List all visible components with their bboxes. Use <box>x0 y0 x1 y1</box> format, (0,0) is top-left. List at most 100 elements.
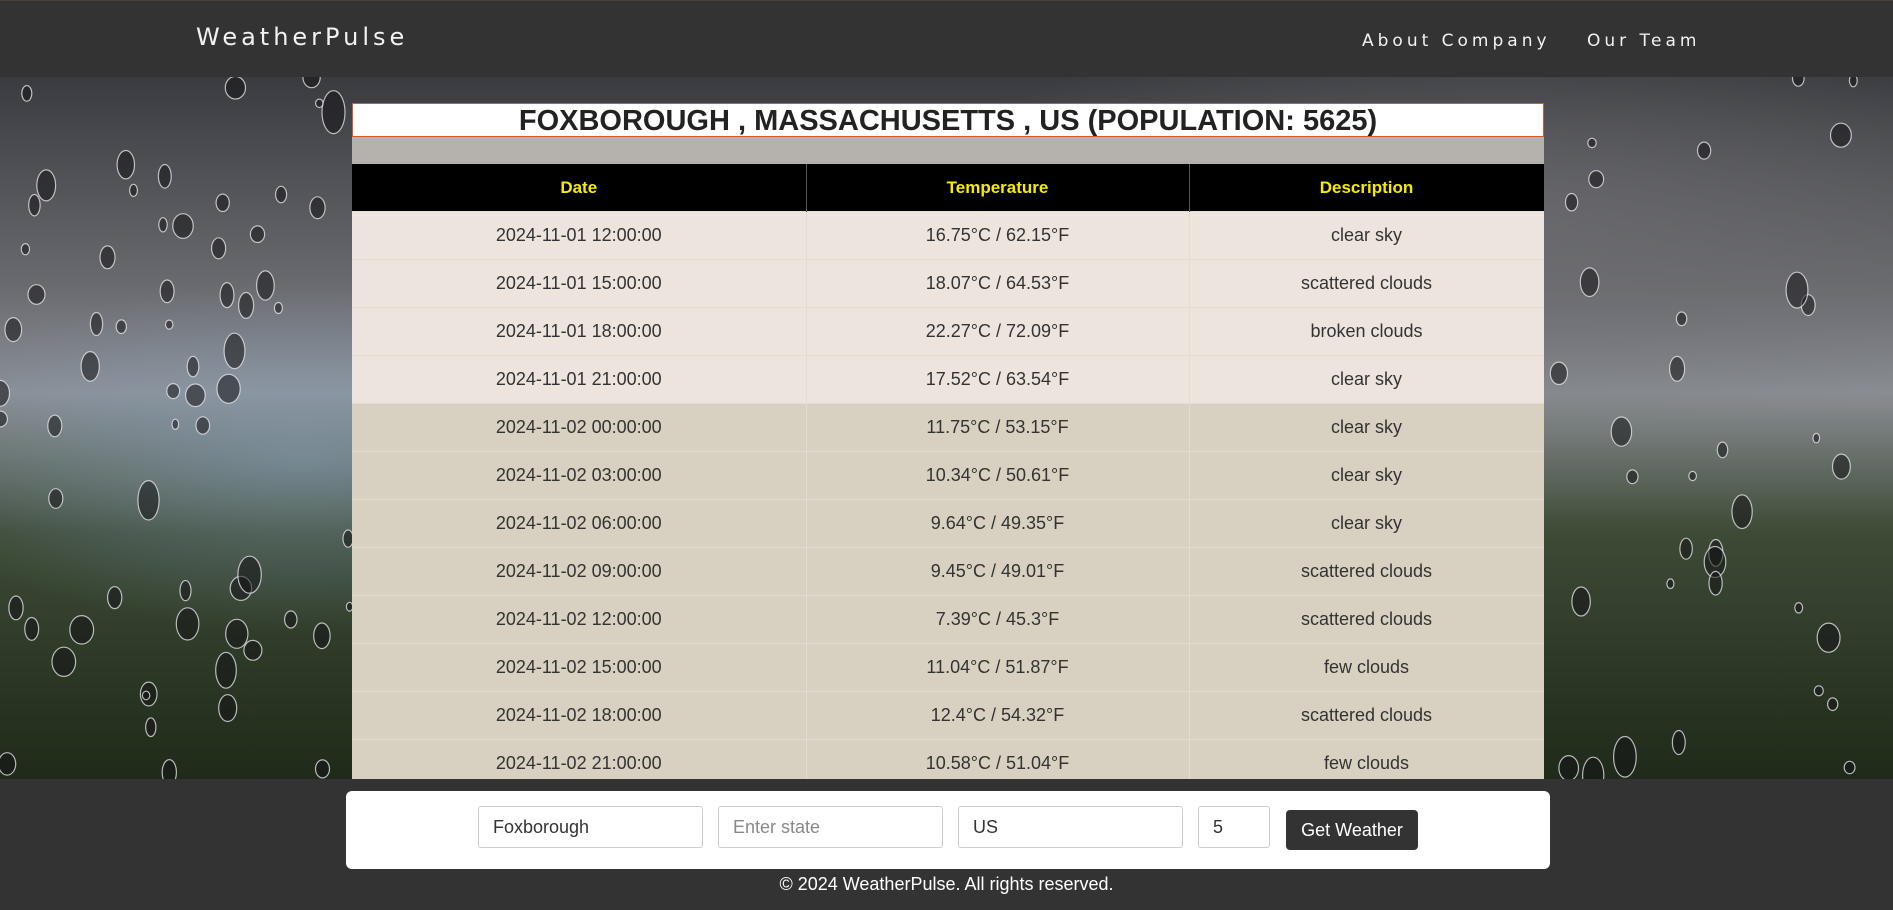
raindrop <box>1688 470 1697 482</box>
raindrop <box>1716 441 1729 459</box>
raindrop <box>27 284 46 305</box>
cell-description: clear sky <box>1189 355 1544 404</box>
table-row: 2024-11-01 18:00:00 22.27°C / 72.09°F brok… <box>352 307 1544 356</box>
raindrop <box>36 169 57 202</box>
get-weather-button[interactable]: Get Weather <box>1286 810 1418 850</box>
raindrop <box>1785 271 1809 309</box>
raindrop <box>211 237 227 260</box>
top-navbar: WeatherPulse About Company Our Team <box>0 0 1893 77</box>
raindrop <box>249 225 266 244</box>
table-header-row: Date Temperature Description <box>352 164 1544 212</box>
raindrop <box>166 383 181 400</box>
nav-about-company[interactable]: About Company <box>1362 31 1551 51</box>
raindrop <box>321 90 346 135</box>
raindrop <box>159 279 175 304</box>
raindrop <box>309 196 326 220</box>
raindrop <box>1626 469 1639 485</box>
country-input[interactable] <box>958 806 1183 848</box>
table-row: 2024-11-02 21:00:00 10.58°C / 51.04°F few … <box>352 739 1544 779</box>
cell-temperature: 12.4°C / 54.32°F <box>806 691 1190 740</box>
cell-description: clear sky <box>1189 499 1544 548</box>
raindrop <box>172 213 194 239</box>
cell-description: scattered clouds <box>1189 595 1544 644</box>
table-row: 2024-11-01 21:00:00 17.52°C / 63.54°F clea… <box>352 355 1544 404</box>
raindrop <box>1610 416 1633 447</box>
raindrop <box>186 355 200 378</box>
raindrop <box>1666 578 1675 590</box>
weather-search-form: Get Weather <box>346 791 1550 869</box>
state-input[interactable] <box>718 806 943 848</box>
cell-date: 2024-11-02 21:00:00 <box>352 739 807 779</box>
raindrop <box>1587 137 1597 149</box>
raindrop <box>1816 622 1841 653</box>
raindrop <box>302 77 321 89</box>
nav-our-team[interactable]: Our Team <box>1587 31 1700 51</box>
raindrop <box>223 332 246 370</box>
raindrop <box>1579 267 1600 298</box>
raindrop <box>137 479 160 521</box>
raindrop <box>1668 355 1686 382</box>
raindrop <box>1612 735 1637 778</box>
raindrop <box>215 651 237 689</box>
raindrop <box>0 410 8 428</box>
cell-description: few clouds <box>1189 643 1544 692</box>
brand-logo[interactable]: WeatherPulse <box>196 23 408 51</box>
cell-date: 2024-11-02 03:00:00 <box>352 451 807 500</box>
days-input[interactable] <box>1198 806 1270 848</box>
cell-date: 2024-11-01 21:00:00 <box>352 355 807 404</box>
raindrop <box>8 595 24 621</box>
raindrop <box>195 416 211 435</box>
cell-temperature: 10.34°C / 50.61°F <box>806 451 1190 500</box>
raindrop <box>219 282 235 309</box>
cell-temperature: 11.04°C / 51.87°F <box>806 643 1190 692</box>
raindrop <box>1791 77 1805 87</box>
raindrop <box>48 488 64 509</box>
table-row: 2024-11-02 18:00:00 12.4°C / 54.32°F scatt… <box>352 691 1544 740</box>
raindrop <box>164 319 174 330</box>
raindrop <box>1843 760 1856 775</box>
raindrop <box>237 555 262 594</box>
cell-description: scattered clouds <box>1189 259 1544 308</box>
raindrop <box>283 610 298 629</box>
raindrop <box>89 311 104 337</box>
cell-temperature: 7.39°C / 45.3°F <box>806 595 1190 644</box>
table-row: 2024-11-01 12:00:00 16.75°C / 62.15°F clea… <box>352 211 1544 260</box>
raindrop <box>1571 586 1591 617</box>
cell-description: clear sky <box>1189 451 1544 500</box>
raindrop <box>216 373 241 404</box>
raindrop <box>313 622 331 650</box>
raindrop <box>1731 494 1753 530</box>
title-spacer <box>352 137 1544 167</box>
raindrop <box>314 759 331 779</box>
raindrop <box>224 77 247 100</box>
raindrop <box>24 616 40 641</box>
column-header-description: Description <box>1189 164 1544 212</box>
cell-temperature: 11.75°C / 53.15°F <box>806 403 1190 452</box>
raindrop <box>0 752 17 776</box>
raindrop <box>51 646 77 678</box>
raindrop <box>171 418 180 430</box>
table-row: 2024-11-01 15:00:00 18.07°C / 64.53°F scat… <box>352 259 1544 308</box>
table-row: 2024-11-02 03:00:00 10.34°C / 50.61°F clea… <box>352 451 1544 500</box>
cell-date: 2024-11-02 09:00:00 <box>352 547 807 596</box>
copyright-text: © 2024 WeatherPulse. All rights reserved… <box>779 874 1114 894</box>
raindrop <box>28 193 41 217</box>
raindrop <box>225 618 249 649</box>
raindrop <box>158 217 168 233</box>
table-row: 2024-11-02 06:00:00 9.64°C / 49.35°F clear… <box>352 499 1544 548</box>
cell-temperature: 10.58°C / 51.04°F <box>806 739 1190 779</box>
cell-date: 2024-11-01 12:00:00 <box>352 211 807 260</box>
raindrop <box>1549 361 1569 386</box>
raindrop <box>1675 311 1688 327</box>
cell-description: scattered clouds <box>1189 547 1544 596</box>
raindrop <box>1696 141 1712 160</box>
raindrop <box>1708 570 1723 596</box>
cell-temperature: 9.45°C / 49.01°F <box>806 547 1190 596</box>
table-row: 2024-11-02 12:00:00 7.39°C / 45.3°F scatte… <box>352 595 1544 644</box>
raindrop <box>1794 601 1804 614</box>
table-row: 2024-11-02 00:00:00 11.75°C / 53.15°F clea… <box>352 403 1544 452</box>
city-input[interactable] <box>478 806 703 848</box>
cell-temperature: 22.27°C / 72.09°F <box>806 307 1190 356</box>
raindrop <box>218 694 238 723</box>
cell-description: few clouds <box>1189 739 1544 779</box>
